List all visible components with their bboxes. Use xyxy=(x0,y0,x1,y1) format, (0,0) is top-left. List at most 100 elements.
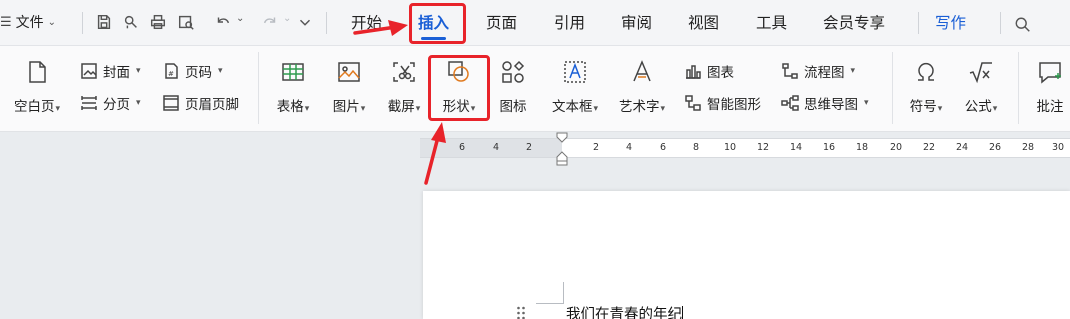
more-quick-access-icon[interactable] xyxy=(292,9,318,35)
comment-button[interactable]: 批注 xyxy=(1030,46,1070,115)
symbol-button[interactable]: 符号▾ xyxy=(901,46,951,115)
file-menu-label: 文件 xyxy=(15,15,44,31)
file-menu[interactable]: ☰ 文件 ⌄ xyxy=(0,12,56,32)
ruler-tick: 8 xyxy=(692,142,700,153)
screenshot-label: 截屏 xyxy=(387,99,415,115)
tab-insert[interactable]: 插入 xyxy=(418,0,449,46)
picture-button[interactable]: 图片▾ xyxy=(326,46,372,115)
formula-label: 公式 xyxy=(964,99,992,115)
comment-label: 批注 xyxy=(1036,99,1064,115)
header-footer-icon xyxy=(163,95,179,111)
smartart-label: 智能图形 xyxy=(707,97,761,113)
page-break-icon xyxy=(81,96,97,110)
chevron-down-icon: ▾ xyxy=(304,104,310,114)
chevron-down-icon: ▾ xyxy=(850,66,856,76)
blank-page-label: 空白页 xyxy=(13,99,55,115)
page-number-icon: # xyxy=(165,63,178,79)
picture-icon xyxy=(338,62,360,82)
cover-label: 封面 xyxy=(103,65,130,81)
tab-home[interactable]: 开始 xyxy=(351,0,382,46)
shape-label: 形状 xyxy=(442,99,470,115)
document-page[interactable] xyxy=(423,191,1070,319)
tab-tools[interactable]: 工具 xyxy=(756,0,787,46)
smartart-icon xyxy=(685,95,701,111)
print-preview-icon[interactable] xyxy=(173,9,199,35)
chevron-down-icon: ▾ xyxy=(470,104,476,114)
picture-label: 图片 xyxy=(332,99,360,115)
document-text[interactable]: 我们在青春的年纪 xyxy=(566,303,683,319)
search-icon[interactable] xyxy=(1010,12,1036,38)
icon-button[interactable]: 图标 xyxy=(493,46,533,115)
wordart-button[interactable]: 艺术字▾ xyxy=(613,46,671,115)
header-footer-button[interactable]: 页眉页脚 xyxy=(162,92,239,114)
mindmap-button[interactable]: 思维导图 ▾ xyxy=(781,92,869,114)
divider xyxy=(1000,12,1001,34)
ruler-tick: 2 xyxy=(525,142,533,153)
chevron-down-icon: ▾ xyxy=(415,104,421,114)
chevron-down-icon: ▾ xyxy=(992,104,998,114)
ruler-tick: 16 xyxy=(822,142,836,153)
chevron-down-icon: ⌄ xyxy=(47,16,57,28)
redo-dropdown-icon[interactable]: ⌄ xyxy=(283,13,291,24)
indent-marker[interactable] xyxy=(555,132,569,166)
textbox-label: 文本框 xyxy=(551,99,593,115)
square-root-icon xyxy=(969,62,992,84)
screenshot-button[interactable]: 截屏▾ xyxy=(381,46,427,115)
tab-view[interactable]: 视图 xyxy=(688,0,719,46)
blank-page-button[interactable]: 空白页▾ xyxy=(8,46,66,115)
ruler-tick: 24 xyxy=(955,142,969,153)
tab-references[interactable]: 引用 xyxy=(554,0,585,46)
chevron-down-icon: ▾ xyxy=(360,104,366,114)
comment-icon xyxy=(1039,62,1061,84)
ruler-tick: 28 xyxy=(1021,142,1035,153)
document-paragraph: 我们在青春的年纪 xyxy=(566,307,682,319)
flowchart-icon xyxy=(782,63,798,79)
paragraph-drag-handle-icon[interactable] xyxy=(516,306,526,319)
chevron-down-icon: ▾ xyxy=(136,66,141,76)
symbol-label: 符号 xyxy=(909,99,937,115)
table-icon xyxy=(282,63,304,81)
undo-dropdown-icon[interactable]: ⌄ xyxy=(236,13,244,24)
ruler-tick: 4 xyxy=(492,142,500,153)
blank-page-icon xyxy=(29,61,46,83)
formula-button[interactable]: 公式▾ xyxy=(956,46,1006,115)
ruler-tick: 10 xyxy=(723,142,737,153)
undo-icon[interactable] xyxy=(210,9,236,35)
flowchart-button[interactable]: 流程图 ▾ xyxy=(781,60,855,82)
chevron-down-icon: ▾ xyxy=(660,104,666,114)
page-number-label: 页码 xyxy=(185,65,212,81)
tab-membership[interactable]: 会员专享 xyxy=(823,0,885,46)
ruler-tick: 12 xyxy=(756,142,770,153)
ruler-tick: 4 xyxy=(625,142,633,153)
svg-text:#: # xyxy=(168,70,174,78)
horizontal-ruler[interactable]: 6 4 2 2 4 6 8 10 12 14 16 18 20 22 24 26… xyxy=(420,138,1070,158)
smartart-button[interactable]: 智能图形 xyxy=(684,92,761,114)
chevron-down-icon: ▾ xyxy=(593,104,599,114)
shape-icon xyxy=(448,61,469,82)
chart-button[interactable]: 图表 xyxy=(684,60,734,82)
cover-button[interactable]: 封面 ▾ xyxy=(80,60,141,82)
textbox-icon xyxy=(564,61,586,83)
chart-icon xyxy=(686,65,701,79)
shape-button[interactable]: 形状▾ xyxy=(436,46,482,115)
ruler-tick: 6 xyxy=(659,142,667,153)
wordart-icon xyxy=(633,60,651,82)
textbox-button[interactable]: 文本框▾ xyxy=(546,46,604,115)
margin-corner-mark xyxy=(536,282,564,304)
table-button[interactable]: 表格▾ xyxy=(270,46,316,115)
print-icon[interactable] xyxy=(145,9,171,35)
save-icon[interactable] xyxy=(91,9,117,35)
tab-page[interactable]: 页面 xyxy=(486,0,517,46)
screenshot-icon xyxy=(393,62,415,82)
redo-icon[interactable] xyxy=(257,9,283,35)
tab-write[interactable]: 写作 xyxy=(935,0,966,46)
tab-review[interactable]: 审阅 xyxy=(621,0,652,46)
page-break-button[interactable]: 分页 ▾ xyxy=(80,92,141,114)
ruler-tick: 2 xyxy=(592,142,600,153)
ruler-tick: 20 xyxy=(889,142,903,153)
share-icon[interactable] xyxy=(118,9,144,35)
title-bar: ☰ 文件 ⌄ ⌄ ⌄ 开始 插入 页面 引用 审阅 视图 工具 会员专享 写作 xyxy=(0,0,1070,46)
page-break-label: 分页 xyxy=(103,97,130,113)
page-number-button[interactable]: # 页码 ▾ xyxy=(162,60,223,82)
menu-icon: ☰ xyxy=(0,14,12,30)
